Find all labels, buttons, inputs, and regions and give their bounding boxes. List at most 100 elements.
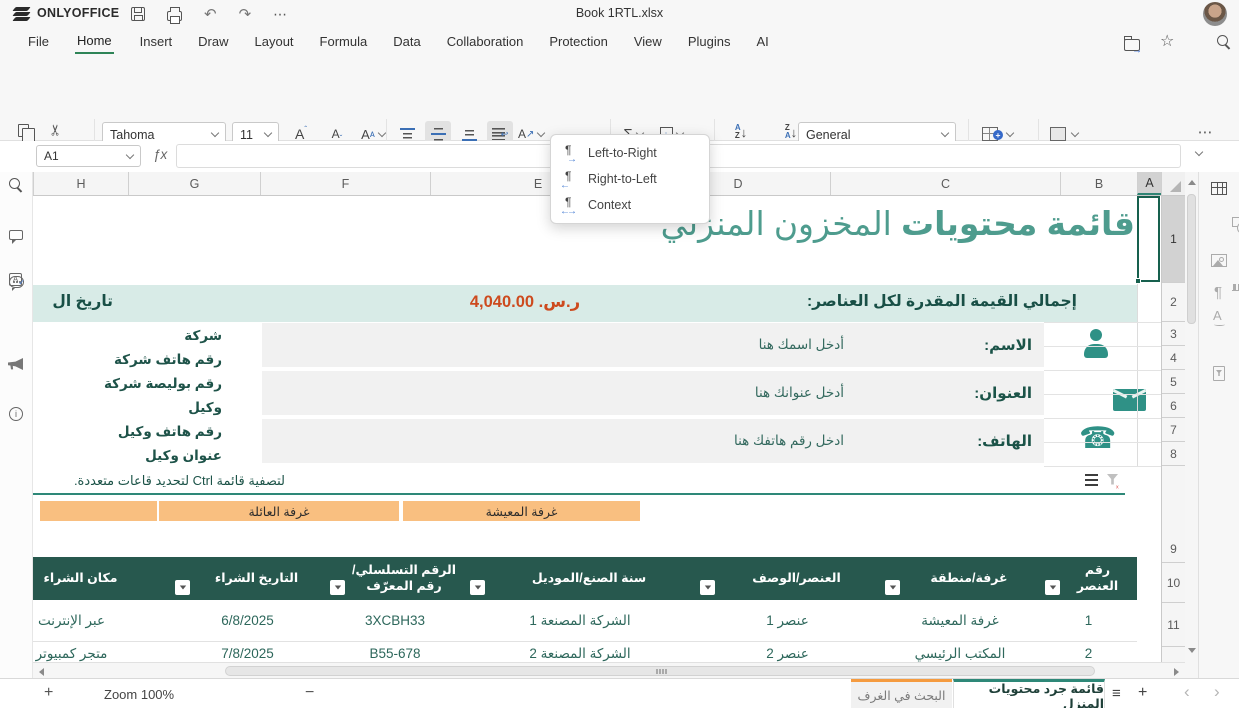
table-header-purchase-date[interactable]: التاريخ الشراء	[170, 557, 325, 600]
sidebar-about-icon[interactable]: i	[9, 407, 23, 421]
row-header-8[interactable]: 8	[1162, 442, 1185, 466]
menu-tab-file[interactable]: File	[28, 34, 49, 49]
sidebar-spellcheck-icon[interactable]: A✓	[9, 273, 22, 286]
zoom-in-button[interactable]: +	[44, 684, 53, 702]
menu-tab-ai[interactable]: AI	[756, 34, 768, 49]
row-header-3[interactable]: 3	[1162, 322, 1185, 346]
scroll-up-icon[interactable]	[1188, 180, 1196, 185]
cut-button[interactable]: ✂	[46, 124, 64, 137]
company-label-3[interactable]: رقم بوليصة شركة	[33, 376, 222, 392]
row-header-1-selected[interactable]: 1	[1162, 196, 1185, 283]
table-header-year-model[interactable]: سنة الصنع/الموديل	[465, 557, 695, 600]
cell-year-model[interactable]: الشركة المصنعة 1	[465, 600, 695, 641]
select-all-corner[interactable]	[1161, 172, 1185, 195]
scroll-right-icon[interactable]	[1174, 668, 1179, 676]
company-label-2[interactable]: رقم هاتف شركة	[33, 352, 222, 368]
sidebar-feedback-icon[interactable]	[8, 358, 23, 370]
add-sheet-button[interactable]: +	[1138, 684, 1147, 702]
cell-name-box[interactable]: A1	[36, 145, 141, 167]
row-header-5[interactable]: 5	[1162, 370, 1185, 394]
cell-purchase-date[interactable]: 6/8/2025	[170, 600, 325, 641]
filter-button[interactable]	[330, 580, 345, 595]
user-avatar[interactable]	[1203, 2, 1227, 26]
column-header-h[interactable]: H	[33, 172, 128, 195]
sidebar-comments-icon[interactable]	[9, 230, 23, 240]
sheet-tab-room-search[interactable]: البحث في الغرف	[851, 679, 952, 708]
row-header-6[interactable]: 6	[1162, 394, 1185, 418]
sidebar-search-icon[interactable]	[9, 178, 24, 193]
column-header-g[interactable]: G	[128, 172, 260, 195]
menu-item-context[interactable]: ¶←→ Context	[551, 192, 709, 218]
next-sheet-button[interactable]: ›	[1214, 682, 1220, 702]
room-chip-cutoff[interactable]	[40, 501, 157, 521]
scroll-down-icon[interactable]	[1188, 648, 1196, 653]
scroll-left-icon[interactable]	[39, 668, 44, 676]
function-icon[interactable]: ƒx	[153, 147, 167, 162]
menu-tab-view[interactable]: View	[634, 34, 662, 49]
sheet-list-button[interactable]: ≡	[1112, 685, 1121, 702]
filter-button[interactable]	[885, 580, 900, 595]
cell-serial[interactable]: 3XCBH33	[325, 600, 465, 641]
favorite-star-icon[interactable]: ☆	[1160, 31, 1174, 51]
column-header-a-selected[interactable]: A	[1137, 172, 1161, 195]
row-header-11[interactable]: 11	[1162, 603, 1185, 647]
horizontal-scroll-thumb[interactable]	[225, 666, 1095, 676]
cell-year-model[interactable]: الشركة المصنعة 2	[465, 646, 695, 662]
sheet-title[interactable]: قائمة محتويات المخزون المنزلي	[661, 204, 1135, 243]
table-header-serial[interactable]: الرقم التسلسلي/ رقم المعرّف	[325, 557, 465, 600]
filter-button[interactable]	[470, 580, 485, 595]
vertical-scrollbar[interactable]	[1185, 172, 1198, 678]
fill-handle[interactable]	[1135, 278, 1141, 284]
cell-purchase-place[interactable]: عبر الإنترنت	[33, 600, 170, 641]
company-label-1[interactable]: شركة	[33, 328, 222, 344]
column-header-f[interactable]: F	[260, 172, 430, 195]
company-label-6[interactable]: عنوان وكيل	[33, 448, 222, 464]
shape-settings-icon[interactable]	[1232, 217, 1239, 227]
selected-cell-a1[interactable]	[1137, 196, 1160, 282]
contact-field-address[interactable]: العنوان: أدخل عنوانك هنا	[262, 371, 1044, 415]
filter-button[interactable]	[700, 580, 715, 595]
cell-item-number[interactable]: 1	[1040, 600, 1137, 641]
row-header-9[interactable]: 9	[1162, 466, 1185, 563]
cell-item[interactable]: عنصر 2	[695, 646, 880, 662]
sheet-grid[interactable]: قائمة محتويات المخزون المنزلي إجمالي الق…	[33, 196, 1161, 662]
copy-button[interactable]	[18, 124, 29, 137]
cell-room[interactable]: المكتب الرئيسي	[880, 646, 1040, 662]
cell-serial[interactable]: B55-678	[325, 646, 465, 662]
menu-tab-data[interactable]: Data	[393, 34, 420, 49]
row-header-2[interactable]: 2	[1162, 283, 1185, 322]
image-settings-icon[interactable]	[1211, 254, 1227, 267]
column-header-c[interactable]: C	[830, 172, 1060, 195]
slicer-settings-icon[interactable]	[1213, 366, 1225, 381]
room-chip-living[interactable]: غرفة المعيشة	[403, 501, 640, 521]
open-file-location-icon[interactable]	[1124, 39, 1140, 51]
sheet-tab-inventory-active[interactable]: قائمة جرد محتويات المنزل	[953, 679, 1105, 708]
company-label-4[interactable]: وكيل	[33, 400, 222, 416]
chart-settings-icon[interactable]	[1232, 278, 1239, 291]
row-header-7[interactable]: 7	[1162, 418, 1185, 442]
collapse-formula-bar-icon[interactable]	[1195, 148, 1203, 156]
search-icon[interactable]	[1217, 35, 1232, 50]
table-header-purchase-place[interactable]: مكان الشراء	[33, 557, 170, 600]
menu-tab-layout[interactable]: Layout	[255, 34, 294, 49]
zoom-out-button[interactable]: −	[305, 684, 314, 702]
row-header-10[interactable]: 10	[1162, 563, 1185, 603]
prev-sheet-button[interactable]: ‹	[1184, 682, 1190, 702]
menu-item-left-to-right[interactable]: ¶→ Left-to-Right	[551, 140, 709, 166]
filter-button[interactable]	[1045, 580, 1060, 595]
table-header-item[interactable]: العنصر/الوصف	[695, 557, 880, 600]
menu-tab-draw[interactable]: Draw	[198, 34, 228, 49]
company-label-5[interactable]: رقم هاتف وكيل	[33, 424, 222, 440]
cell-item-number[interactable]: 2	[1040, 646, 1137, 662]
menu-tab-home[interactable]: Home	[75, 29, 114, 54]
table-header-item-number[interactable]: رقم العنصر	[1040, 557, 1137, 600]
room-chip-family[interactable]: غرفة العائلة	[159, 501, 399, 521]
contact-field-name[interactable]: الاسم: أدخل اسمك هنا	[262, 323, 1044, 367]
menu-tab-protection[interactable]: Protection	[549, 34, 608, 49]
row-header-4[interactable]: 4	[1162, 346, 1185, 370]
summary-band[interactable]: إجمالي القيمة المقدرة لكل العناصر: ر.س. …	[33, 285, 1137, 322]
vertical-scroll-thumb[interactable]	[1187, 194, 1196, 324]
menu-tab-insert[interactable]: Insert	[140, 34, 173, 49]
menu-tab-formula[interactable]: Formula	[320, 34, 368, 49]
textart-settings-icon[interactable]: A	[1213, 308, 1222, 323]
